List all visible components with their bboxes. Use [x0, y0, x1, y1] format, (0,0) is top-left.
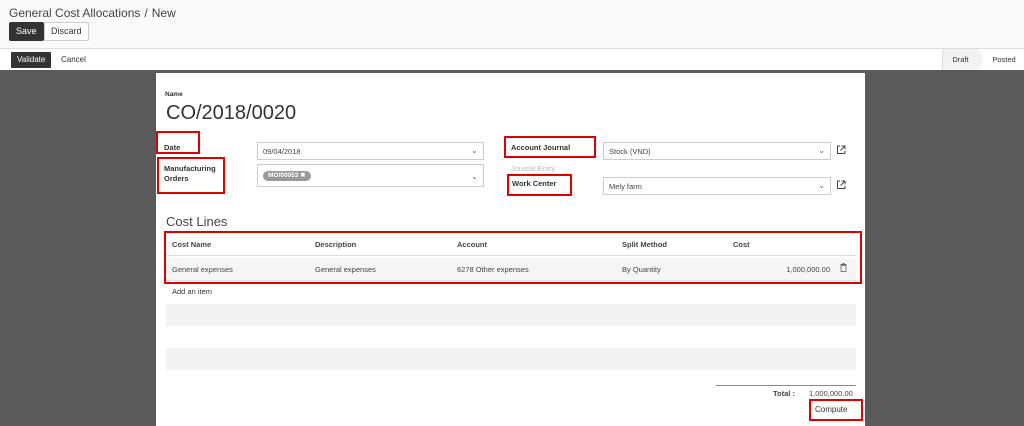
- status-stage-draft[interactable]: Draft: [942, 49, 978, 70]
- chevron-down-icon: ⌄: [471, 146, 478, 155]
- chevron-down-icon: ⌄: [471, 172, 478, 181]
- name-value: CO/2018/0020: [166, 102, 297, 124]
- name-label: Name: [165, 91, 183, 98]
- account-journal-label: Account Journal: [511, 143, 571, 152]
- breadcrumb-current: New: [151, 6, 176, 20]
- account-journal-field[interactable]: Stock (VND) ⌄: [603, 142, 831, 160]
- chevron-down-icon: ⌄: [818, 181, 825, 190]
- breadcrumb-separator: /: [144, 6, 148, 20]
- work-center-value: Mely farm: [609, 182, 642, 191]
- date-field[interactable]: 09/04/2018 ⌄: [257, 142, 484, 160]
- status-stage-posted[interactable]: Posted: [984, 49, 1024, 70]
- external-link-icon[interactable]: [836, 180, 846, 190]
- breadcrumb: General Cost Allocations / New: [9, 6, 176, 20]
- manufacturing-orders-label: Manufacturing Orders: [164, 164, 216, 184]
- validate-button[interactable]: Validate: [11, 52, 52, 68]
- empty-row: [166, 304, 856, 326]
- work-center-field[interactable]: Mely farm ⌄: [603, 177, 831, 195]
- external-link-icon[interactable]: [836, 145, 846, 155]
- highlight-box-compute: [809, 399, 863, 421]
- close-icon[interactable]: ✖: [300, 172, 305, 179]
- date-label: Date: [164, 143, 181, 152]
- total-divider: [716, 385, 856, 386]
- status-bar: Validate Cancel Draft Posted: [0, 48, 1024, 70]
- discard-button[interactable]: Discard: [44, 22, 89, 41]
- manufacturing-orders-label-line2: Orders: [164, 174, 189, 183]
- empty-row: [166, 348, 856, 370]
- cost-lines-title: Cost Lines: [166, 214, 228, 229]
- breadcrumb-parent[interactable]: General Cost Allocations: [9, 6, 140, 20]
- work-center-label: Work Center: [512, 179, 557, 188]
- chevron-down-icon: ⌄: [818, 146, 825, 155]
- save-button[interactable]: Save: [9, 22, 44, 41]
- manufacturing-order-tag[interactable]: MO/00053 ✖: [263, 171, 311, 181]
- manufacturing-orders-label-line1: Manufacturing: [164, 164, 216, 173]
- cancel-button[interactable]: Cancel: [61, 52, 86, 68]
- date-value: 09/04/2018: [263, 147, 301, 156]
- add-item-link[interactable]: Add an item: [172, 287, 212, 296]
- form-sheet: Name CO/2018/0020 Date 09/04/2018 ⌄ Manu…: [156, 73, 865, 426]
- account-journal-value: Stock (VND): [609, 147, 651, 156]
- highlight-box-cost-lines: [164, 231, 862, 284]
- total-value: 1,000,000.00: [809, 389, 853, 398]
- journal-entry-label: Journal Entry: [511, 164, 556, 173]
- total-label: Total :: [773, 389, 795, 398]
- manufacturing-orders-field[interactable]: MO/00053 ✖ ⌄: [257, 164, 484, 187]
- manufacturing-order-tag-label: MO/00053: [268, 172, 299, 179]
